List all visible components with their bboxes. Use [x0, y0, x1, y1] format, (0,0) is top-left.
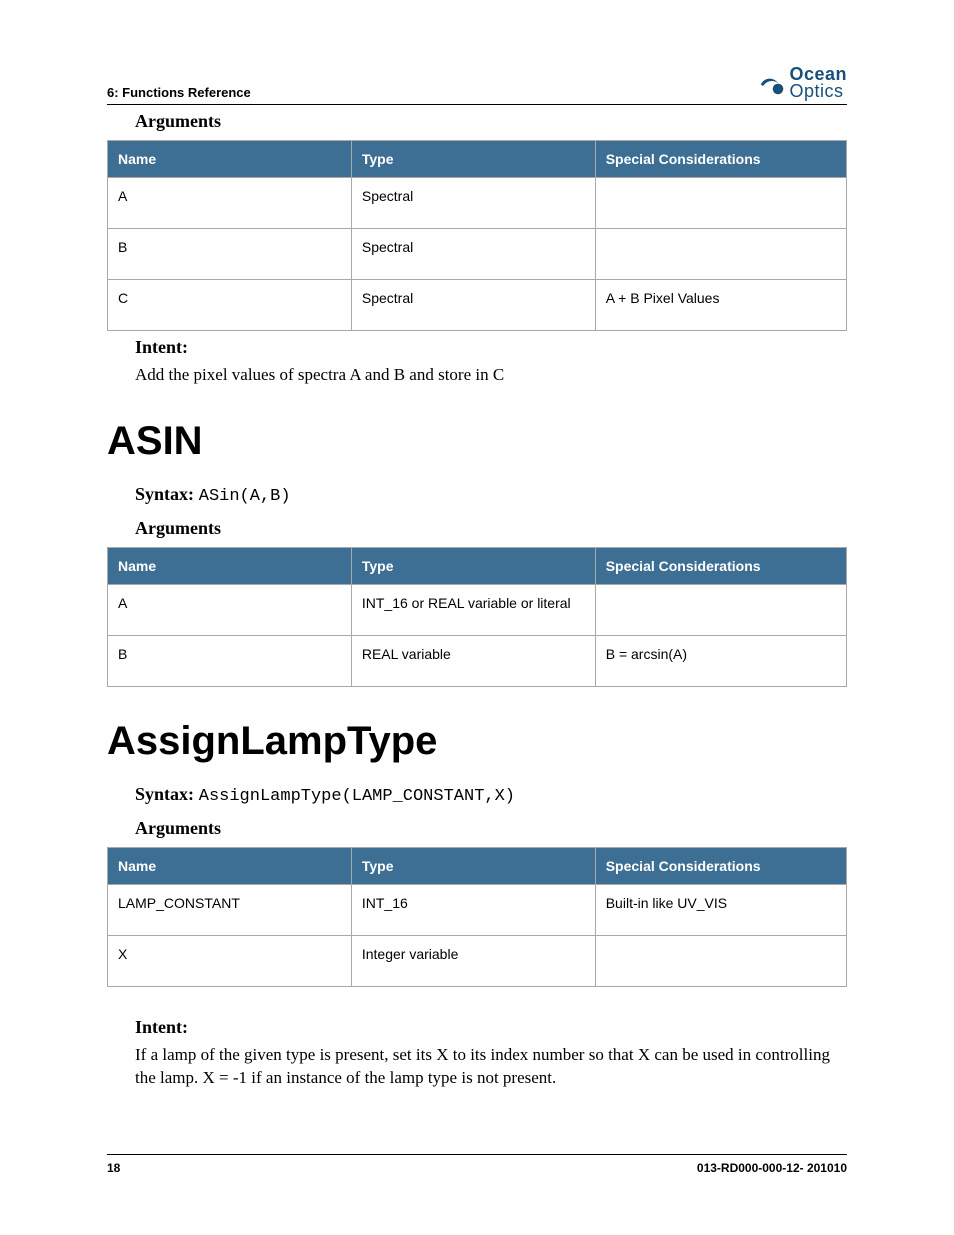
cell-spec [595, 585, 846, 636]
wave-icon [757, 68, 787, 98]
chapter-title: 6: Functions Reference [107, 85, 251, 100]
table-row: ASpectral [108, 178, 847, 229]
col-header-type: Type [351, 141, 595, 178]
page-number: 18 [107, 1161, 120, 1175]
logo-text-bottom: Optics [789, 83, 847, 100]
function-title: ASIN [107, 419, 847, 464]
syntax-line: Syntax: ASin(A,B) [135, 484, 847, 506]
intent-text: Add the pixel values of spectra A and B … [135, 364, 847, 387]
cell-name: B [108, 229, 352, 280]
cell-name: B [108, 636, 352, 687]
args1-body: ASpectralBSpectralCSpectralA + B Pixel V… [108, 178, 847, 331]
col-header-spec: Special Considerations [595, 548, 846, 585]
cell-name: A [108, 585, 352, 636]
table-row: BSpectral [108, 229, 847, 280]
syntax-code: ASin(A,B) [199, 487, 291, 506]
document-id: 013-RD000-000-12- 201010 [697, 1161, 847, 1175]
cell-name: LAMP_CONSTANT [108, 885, 352, 936]
cell-spec: Built-in like UV_VIS [595, 885, 846, 936]
arguments-heading: Arguments [135, 518, 847, 539]
section-asin: ASIN Syntax: ASin(A,B) Arguments Name Ty… [107, 419, 847, 687]
arguments-table: Name Type Special Considerations ASpectr… [107, 140, 847, 331]
cell-spec [595, 229, 846, 280]
function-title: AssignLampType [107, 719, 847, 764]
arguments-table: Name Type Special Considerations LAMP_CO… [107, 847, 847, 987]
arguments-heading: Arguments [135, 818, 847, 839]
table-row: AINT_16 or REAL variable or literal [108, 585, 847, 636]
intent-text: If a lamp of the given type is present, … [135, 1044, 847, 1090]
cell-type: Integer variable [351, 936, 595, 987]
syntax-label: Syntax: [135, 784, 194, 804]
intent-heading: Intent: [135, 337, 847, 358]
cell-name: A [108, 178, 352, 229]
col-header-spec: Special Considerations [595, 141, 846, 178]
cell-type: Spectral [351, 280, 595, 331]
args3-body: LAMP_CONSTANTINT_16Built-in like UV_VISX… [108, 885, 847, 987]
brand-logo: Ocean Optics [757, 66, 847, 100]
col-header-name: Name [108, 548, 352, 585]
table-row: CSpectralA + B Pixel Values [108, 280, 847, 331]
syntax-code: AssignLampType(LAMP_CONSTANT,X) [199, 787, 515, 806]
table-row: LAMP_CONSTANTINT_16Built-in like UV_VIS [108, 885, 847, 936]
col-header-type: Type [351, 548, 595, 585]
section-assignlamptype: AssignLampType Syntax: AssignLampType(LA… [107, 719, 847, 1090]
intent-heading: Intent: [135, 1017, 847, 1038]
page-content: 6: Functions Reference Ocean Optics Argu… [0, 0, 954, 1090]
cell-type: Spectral [351, 229, 595, 280]
syntax-line: Syntax: AssignLampType(LAMP_CONSTANT,X) [135, 784, 847, 806]
syntax-label: Syntax: [135, 484, 194, 504]
cell-type: INT_16 [351, 885, 595, 936]
col-header-spec: Special Considerations [595, 848, 846, 885]
cell-type: Spectral [351, 178, 595, 229]
cell-spec [595, 936, 846, 987]
cell-type: REAL variable [351, 636, 595, 687]
section-add-continuation: Arguments Name Type Special Consideratio… [107, 111, 847, 387]
page-header: 6: Functions Reference Ocean Optics [107, 66, 847, 105]
page-footer: 18 013-RD000-000-12- 201010 [107, 1154, 847, 1175]
col-header-type: Type [351, 848, 595, 885]
col-header-name: Name [108, 141, 352, 178]
table-row: BREAL variableB = arcsin(A) [108, 636, 847, 687]
arguments-table: Name Type Special Considerations AINT_16… [107, 547, 847, 687]
cell-name: X [108, 936, 352, 987]
cell-type: INT_16 or REAL variable or literal [351, 585, 595, 636]
cell-spec: B = arcsin(A) [595, 636, 846, 687]
args2-body: AINT_16 or REAL variable or literalBREAL… [108, 585, 847, 687]
col-header-name: Name [108, 848, 352, 885]
cell-spec [595, 178, 846, 229]
cell-name: C [108, 280, 352, 331]
arguments-heading: Arguments [135, 111, 847, 132]
table-row: XInteger variable [108, 936, 847, 987]
cell-spec: A + B Pixel Values [595, 280, 846, 331]
